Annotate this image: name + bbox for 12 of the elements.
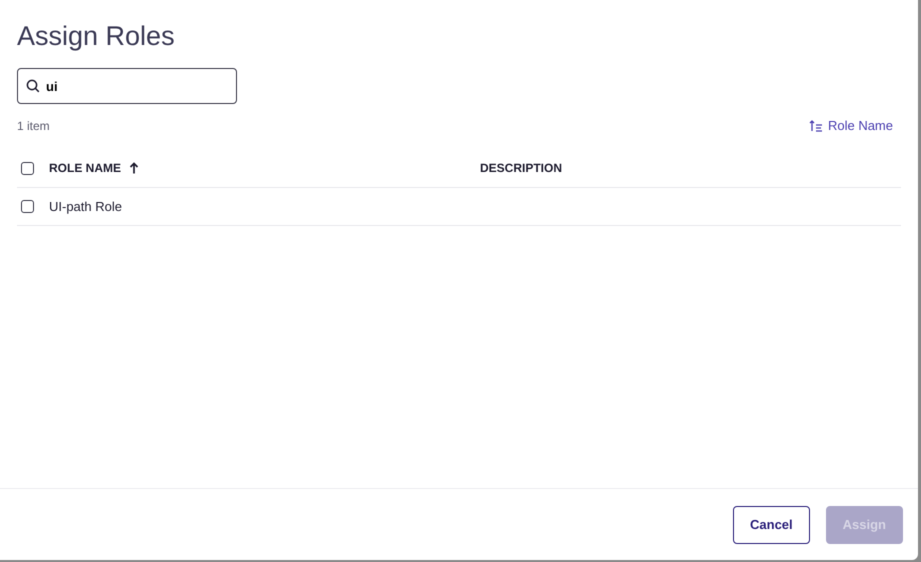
checkbox[interactable] [21, 162, 34, 175]
search-field[interactable]: ui [17, 68, 237, 104]
sort-button[interactable]: Role Name [808, 116, 901, 136]
column-header[interactable]: DESCRIPTION [480, 159, 562, 178]
dialog-title: Assign Roles [17, 20, 176, 52]
sort-ascending-icon [808, 120, 823, 132]
checkbox[interactable] [21, 200, 34, 213]
item-count: 1 item [17, 118, 50, 136]
column-header[interactable]: ROLE NAME [49, 159, 139, 178]
sort-arrow-icon [129, 162, 139, 174]
cancel-button[interactable]: Cancel [733, 506, 810, 544]
table-cell-text: UI-path Role [49, 198, 122, 216]
